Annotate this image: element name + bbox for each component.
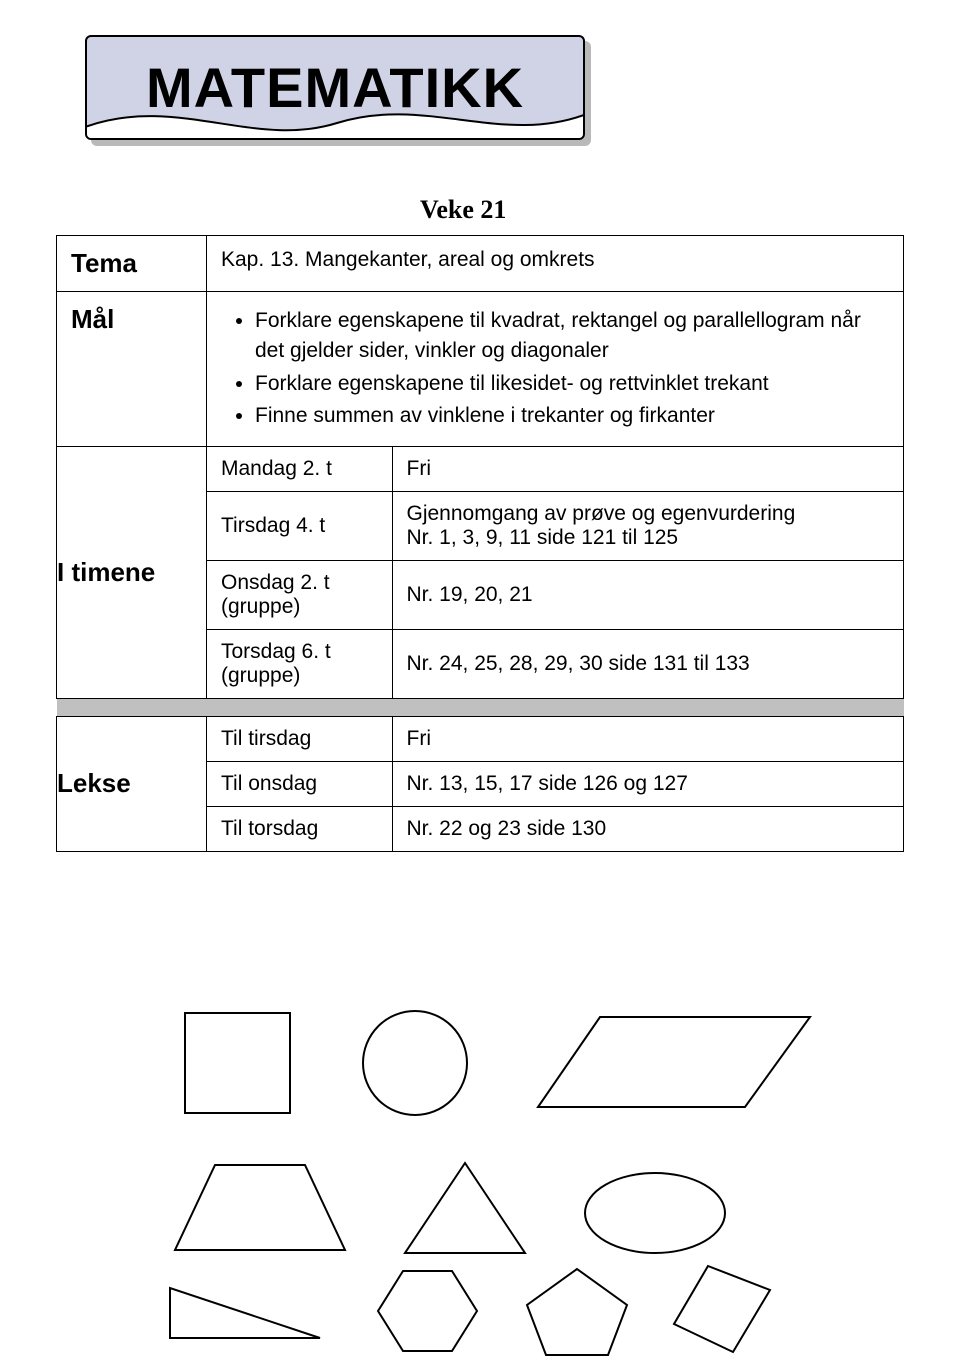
week-label: Veke 21 <box>420 195 506 225</box>
itimene-col1-line: Torsdag 6. t <box>221 640 378 664</box>
maal-bullet: Finne summen av vinklene i trekanter og … <box>255 401 889 431</box>
lekse-col2: Nr. 13, 15, 17 side 126 og 127 <box>392 761 903 806</box>
maal-bullet: Forklare egenskapene til kvadrat, rektan… <box>255 306 889 367</box>
itimene-col1-line: (gruppe) <box>221 664 378 688</box>
maal-bullet: Forklare egenskapene til likesidet- og r… <box>255 369 889 399</box>
lekse-value: Til tirsdag Fri Til onsdag Nr. 13, 15, 1… <box>207 716 904 851</box>
lekse-col1: Til torsdag <box>207 806 392 851</box>
right-triangle-icon <box>160 1280 330 1350</box>
triangle-icon <box>395 1155 535 1265</box>
itimene-col1-line: Onsdag 2. t <box>221 571 378 595</box>
row-lekse: Lekse Til tirsdag Fri Til onsdag Nr. 13,… <box>57 716 904 851</box>
table-row: Torsdag 6. t (gruppe) Nr. 24, 25, 28, 29… <box>207 629 903 698</box>
maal-value: Forklare egenskapene til kvadrat, rektan… <box>207 292 904 447</box>
lekse-inner-table: Til tirsdag Fri Til onsdag Nr. 13, 15, 1… <box>207 717 903 851</box>
table-row: Til tirsdag Fri <box>207 717 903 762</box>
itimene-inner-table: Mandag 2. t Fri Tirsdag 4. t Gjennomgang… <box>207 447 903 698</box>
ellipse-icon <box>575 1165 735 1265</box>
itimene-col2-line: Gjennomgang av prøve og egenvurdering <box>407 502 890 526</box>
trapezoid-icon <box>165 1155 355 1265</box>
lekse-col2: Nr. 22 og 23 side 130 <box>392 806 903 851</box>
table-row: Til onsdag Nr. 13, 15, 17 side 126 og 12… <box>207 761 903 806</box>
table-row: Tirsdag 4. t Gjennomgang av prøve og ege… <box>207 491 903 560</box>
itimene-col2: Nr. 24, 25, 28, 29, 30 side 131 til 133 <box>392 629 903 698</box>
itimene-value: Mandag 2. t Fri Tirsdag 4. t Gjennomgang… <box>207 446 904 698</box>
table-row: Til torsdag Nr. 22 og 23 side 130 <box>207 806 903 851</box>
table-row: Onsdag 2. t (gruppe) Nr. 19, 20, 21 <box>207 560 903 629</box>
row-itimene: I timene Mandag 2. t Fri Tirsdag 4. t Gj… <box>57 446 904 698</box>
itimene-col2-line: Nr. 1, 3, 9, 11 side 121 til 125 <box>407 526 890 550</box>
content-table: Tema Kap. 13. Mangekanter, areal og omkr… <box>56 235 904 852</box>
itimene-col2: Fri <box>392 447 903 492</box>
maal-label: Mål <box>57 292 207 447</box>
row-maal: Mål Forklare egenskapene til kvadrat, re… <box>57 292 904 447</box>
banner-body: MATEMATIKK <box>85 35 585 140</box>
tema-label: Tema <box>57 236 207 292</box>
table-row: Mandag 2. t Fri <box>207 447 903 492</box>
itimene-label: I timene <box>57 446 207 698</box>
square-icon <box>175 1005 305 1125</box>
itimene-col1: Onsdag 2. t (gruppe) <box>207 560 392 629</box>
separator-row <box>57 698 904 716</box>
lekse-col2: Fri <box>392 717 903 762</box>
itimene-col1: Tirsdag 4. t <box>207 491 392 560</box>
pentagon-icon <box>520 1263 635 1363</box>
title-banner: MATEMATIKK <box>85 35 585 150</box>
row-tema: Tema Kap. 13. Mangekanter, areal og omkr… <box>57 236 904 292</box>
itimene-col1: Mandag 2. t <box>207 447 392 492</box>
maal-bullets: Forklare egenskapene til kvadrat, rektan… <box>221 306 889 432</box>
lekse-col1: Til tirsdag <box>207 717 392 762</box>
diamond-icon <box>668 1260 778 1360</box>
lekse-label: Lekse <box>57 716 207 851</box>
shapes-panel <box>0 1005 960 1335</box>
itimene-col2: Gjennomgang av prøve og egenvurdering Nr… <box>392 491 903 560</box>
circle-icon <box>350 1005 480 1125</box>
tema-value: Kap. 13. Mangekanter, areal og omkrets <box>207 236 904 292</box>
itimene-col1-line: (gruppe) <box>221 595 378 619</box>
hexagon-icon <box>370 1263 485 1363</box>
banner-wave-icon <box>85 99 585 139</box>
itimene-col1: Torsdag 6. t (gruppe) <box>207 629 392 698</box>
lekse-col1: Til onsdag <box>207 761 392 806</box>
parallelogram-icon <box>530 1005 820 1125</box>
itimene-col2: Nr. 19, 20, 21 <box>392 560 903 629</box>
